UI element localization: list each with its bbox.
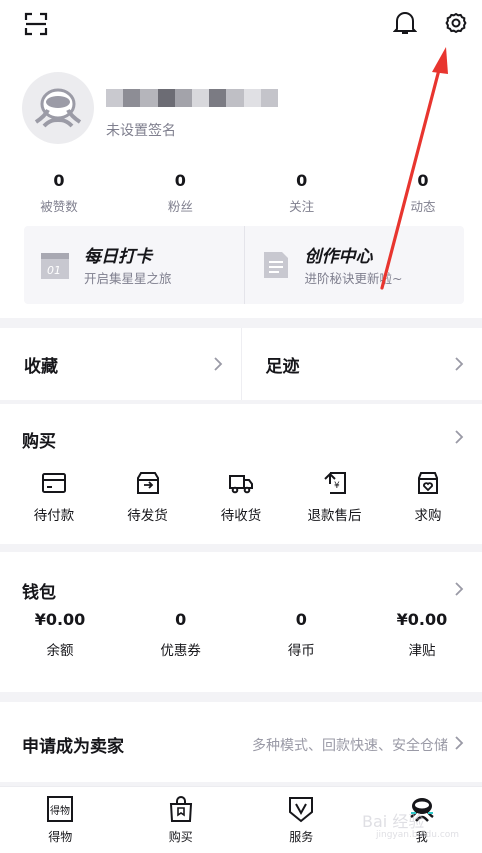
svg-text:¥: ¥ xyxy=(334,481,340,491)
order-pending-receipt[interactable]: 待收货 xyxy=(197,470,285,524)
stat-value: 0 xyxy=(174,171,186,190)
order-refund[interactable]: ¥ 退款售后 xyxy=(291,470,379,524)
quick-links-row: 收藏 足迹 xyxy=(0,328,482,400)
chevron-right-icon[interactable] xyxy=(454,581,464,597)
tab-home[interactable]: 得物 得物 xyxy=(0,787,121,853)
avatar[interactable] xyxy=(22,72,94,144)
feature-cards: 01 每日打卡 开启集星星之旅 创作中心 进阶秘诀更新啦~ xyxy=(24,226,464,304)
tab-label: 购买 xyxy=(168,830,193,844)
wallet-panel: 钱包 ¥0.00 余额 0 优惠券 0 得币 ¥0.00 津贴 xyxy=(0,552,482,692)
wallet-label: 优惠券 xyxy=(160,643,201,659)
card-icon xyxy=(42,473,66,493)
card-title: 每日打卡 xyxy=(84,247,152,267)
card-title: 创作中心 xyxy=(304,247,373,267)
tab-service[interactable]: 服务 xyxy=(241,787,362,853)
order-label: 求购 xyxy=(414,508,442,524)
calendar-day-text: 01 xyxy=(47,264,61,277)
username-blurred xyxy=(106,89,279,107)
seller-subtitle: 多种模式、回款快速、安全仓储 xyxy=(252,738,448,754)
tab-label: 得物 xyxy=(48,830,73,844)
shield-v-icon xyxy=(289,797,314,823)
wallet-title[interactable]: 钱包 xyxy=(22,578,56,603)
stat-likes[interactable]: 0 被赞数 xyxy=(14,170,104,215)
refund-icon: ¥ xyxy=(323,472,346,494)
chevron-right-icon xyxy=(213,357,222,371)
default-avatar-icon xyxy=(34,88,82,128)
chevron-right-icon[interactable] xyxy=(454,429,464,445)
wallet-coins[interactable]: 0 得币 xyxy=(251,610,351,659)
wallet-coupons[interactable]: 0 优惠券 xyxy=(131,610,231,659)
wallet-value: 0 xyxy=(295,610,307,629)
order-wanted[interactable]: 求购 xyxy=(384,470,472,524)
chevron-right-icon xyxy=(455,357,464,371)
stat-label: 动态 xyxy=(410,199,436,214)
calendar-icon: 01 xyxy=(41,253,69,279)
card-subtitle: 开启集星星之旅 xyxy=(84,271,172,286)
footprints-label: 足迹 xyxy=(265,356,300,377)
wallet-value: 0 xyxy=(175,610,187,629)
document-icon xyxy=(263,252,288,278)
notification-bell-icon[interactable] xyxy=(392,10,418,36)
become-seller-panel[interactable]: 申请成为卖家 多种模式、回款快速、安全仓储 xyxy=(0,702,482,782)
creator-center-card[interactable]: 创作中心 进阶秘诀更新啦~ xyxy=(243,226,465,304)
tab-buy[interactable]: 购买 xyxy=(121,787,242,853)
daily-checkin-card[interactable]: 01 每日打卡 开启集星星之旅 xyxy=(24,226,244,304)
stat-posts[interactable]: 0 动态 xyxy=(378,170,468,215)
favorites-link[interactable]: 收藏 xyxy=(0,328,241,400)
box-icon xyxy=(136,472,159,494)
stat-following[interactable]: 0 关注 xyxy=(257,170,347,215)
footprints-link[interactable]: 足迹 xyxy=(240,328,482,400)
stat-label: 粉丝 xyxy=(167,199,193,214)
purchase-panel: 购买 待付款 待发货 待收货 ¥ 退款售后 求购 xyxy=(0,404,482,544)
stat-fans[interactable]: 0 粉丝 xyxy=(135,170,225,215)
wallet-allowance[interactable]: ¥0.00 津贴 xyxy=(372,610,472,659)
card-subtitle: 进阶秘诀更新啦~ xyxy=(304,271,403,286)
dewu-icon-text: 得物 xyxy=(50,804,70,817)
scan-icon[interactable] xyxy=(24,12,48,36)
wallet-label: 得币 xyxy=(287,643,315,659)
profile-signature[interactable]: 未设置签名 xyxy=(106,120,176,140)
profile-section: 未设置签名 0 被赞数 0 粉丝 0 关注 0 动态 01 每日打卡 开启集星星… xyxy=(0,0,482,318)
stat-value: 0 xyxy=(53,171,65,190)
wallet-value: ¥0.00 xyxy=(396,610,448,629)
wallet-summary: ¥0.00 余额 0 优惠券 0 得币 ¥0.00 津贴 xyxy=(10,610,472,659)
wallet-balance[interactable]: ¥0.00 余额 xyxy=(10,610,110,659)
favorites-label: 收藏 xyxy=(24,356,58,377)
stat-label: 被赞数 xyxy=(40,199,78,214)
stat-value: 0 xyxy=(296,171,308,190)
chevron-right-icon xyxy=(455,736,464,750)
purchase-title[interactable]: 购买 xyxy=(22,427,56,452)
dewu-icon: 得物 xyxy=(47,796,74,822)
order-status-list: 待付款 待发货 待收货 ¥ 退款售后 求购 xyxy=(10,470,472,524)
baidu-watermark: Bai 经验 xyxy=(362,812,425,831)
order-label: 待收货 xyxy=(220,508,262,524)
order-pending-payment[interactable]: 待付款 xyxy=(10,470,98,524)
order-label: 待付款 xyxy=(33,508,75,524)
baidu-watermark-url: jingyan.baidu.com xyxy=(376,830,460,840)
tab-label: 服务 xyxy=(289,830,314,844)
stat-value: 0 xyxy=(417,171,429,190)
settings-gear-icon[interactable] xyxy=(443,10,469,36)
stat-label: 关注 xyxy=(289,199,315,214)
order-label: 退款售后 xyxy=(307,508,362,524)
truck-icon xyxy=(229,475,253,494)
profile-stats: 0 被赞数 0 粉丝 0 关注 0 动态 xyxy=(0,170,482,215)
wallet-label: 余额 xyxy=(46,643,74,659)
order-label: 待发货 xyxy=(127,508,168,524)
bag-heart-icon xyxy=(418,472,438,494)
seller-title: 申请成为卖家 xyxy=(22,737,124,757)
wallet-value: ¥0.00 xyxy=(34,610,86,629)
wallet-label: 津贴 xyxy=(408,643,436,659)
order-pending-shipment[interactable]: 待发货 xyxy=(104,470,192,524)
shopping-bag-icon xyxy=(169,796,192,822)
